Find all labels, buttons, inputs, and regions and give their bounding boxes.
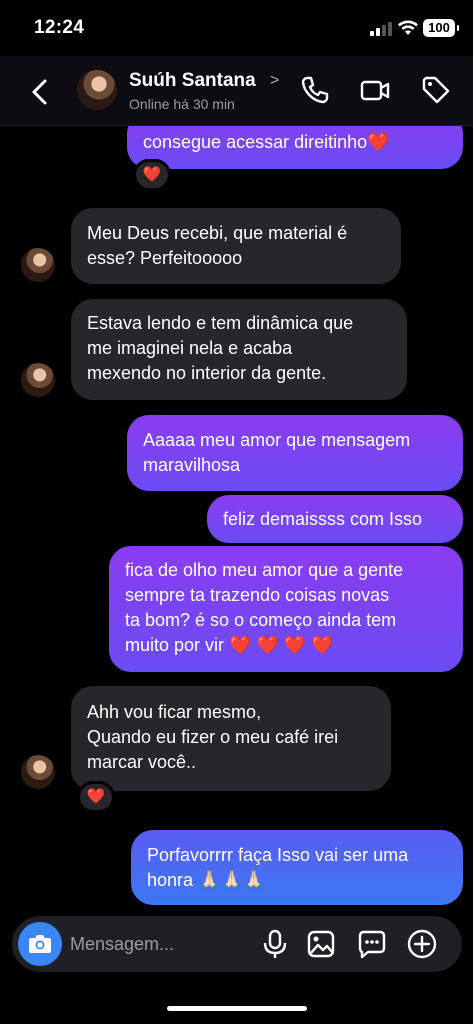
video-camera-icon[interactable] — [359, 74, 391, 106]
message-line: ta bom? é so o começo ainda tem — [125, 610, 397, 630]
status-time: 12:24 — [34, 17, 85, 38]
message-composer — [12, 916, 462, 972]
message-bubble-outgoing[interactable]: Aaaaa meu amor que mensagem maravilhosa — [127, 415, 463, 491]
message-line: Aaaaa meu amor que mensagem — [143, 430, 411, 450]
wifi-icon — [398, 20, 418, 35]
message-bubble-incoming[interactable]: Meu Deus recebi, que material é esse? Pe… — [71, 208, 401, 284]
contact-name[interactable]: Suúh Santana — [129, 70, 256, 92]
message-bubble-outgoing[interactable]: Porfavorrrr faça Isso vai ser uma honra … — [131, 830, 463, 905]
back-arrow-icon[interactable] — [26, 76, 54, 108]
message-line: me imaginei nela e acaba — [87, 338, 293, 358]
status-bar: 12:24 100 — [0, 0, 473, 56]
message-input[interactable] — [70, 930, 250, 958]
battery-icon: 100 — [423, 19, 459, 37]
message-line: Ahh vou ficar mesmo, — [87, 702, 262, 722]
message-line: esse? Perfeitooooo — [87, 248, 243, 268]
message-line: sempre ta trazendo coisas novas — [125, 585, 390, 605]
message-line: marcar você.. — [87, 752, 197, 772]
gallery-icon[interactable] — [305, 928, 337, 960]
message-line: mexendo no interior da gente. — [87, 363, 327, 383]
message-line: honra 🙏🏻🙏🏻🙏🏻 — [147, 868, 447, 893]
message-bubble-incoming[interactable]: Estava lendo e tem dinâmica que me imagi… — [71, 299, 407, 400]
camera-icon — [29, 935, 51, 953]
heart-emoji: ❤️ — [367, 132, 390, 152]
microphone-icon[interactable] — [259, 928, 291, 960]
message-line-text: honra — [147, 870, 194, 890]
home-indicator[interactable] — [167, 1006, 307, 1011]
contact-avatar-small[interactable] — [21, 755, 55, 789]
message-thread[interactable]: consegue acessar direitinho❤️ ❤️ Meu Deu… — [0, 126, 473, 916]
contact-avatar-small[interactable] — [21, 363, 55, 397]
message-line: fica de olho meu amor que a gente — [125, 560, 404, 580]
praying-hands-emojis: 🙏🏻🙏🏻🙏🏻 — [198, 870, 266, 890]
contact-online-status: Online há 30 min — [129, 96, 235, 112]
message-bubble-outgoing[interactable]: feliz demaissss com Isso — [207, 495, 463, 543]
message-bubble-outgoing[interactable]: consegue acessar direitinho❤️ — [127, 126, 463, 169]
message-line: Porfavorrrr faça Isso vai ser uma — [147, 845, 409, 865]
heart-emojis: ❤️ ❤️ ❤️ ❤️ — [229, 635, 334, 655]
message-line: Quando eu fizer o meu café irei — [87, 727, 339, 747]
message-line: maravilhosa — [143, 455, 241, 475]
message-line: Meu Deus recebi, que material é — [87, 223, 348, 243]
camera-button[interactable] — [18, 922, 62, 966]
heart-reaction[interactable]: ❤️ — [77, 781, 115, 813]
message-bubble-incoming[interactable]: Ahh vou ficar mesmo, Quando eu fizer o m… — [71, 686, 391, 791]
tag-icon[interactable] — [420, 74, 452, 106]
plus-icon[interactable] — [406, 928, 438, 960]
message-bubble-outgoing[interactable]: fica de olho meu amor que a gente sempre… — [109, 546, 463, 672]
message-line: muito por vir ❤️ ❤️ ❤️ ❤️ — [125, 633, 447, 658]
cellular-signal-icon — [370, 22, 392, 36]
chevron-right-icon[interactable]: > — [270, 72, 279, 90]
contact-avatar-small[interactable] — [21, 248, 55, 282]
chat-header: Suúh Santana > Online há 30 min — [0, 56, 473, 126]
phone-icon[interactable] — [299, 74, 331, 106]
message-line: feliz demaissss com Isso — [223, 509, 423, 529]
heart-reaction[interactable]: ❤️ — [133, 159, 171, 191]
message-line: Estava lendo e tem dinâmica que — [87, 313, 354, 333]
message-text: consegue acessar direitinho — [143, 132, 368, 152]
sticker-icon[interactable] — [356, 928, 388, 960]
contact-avatar[interactable] — [77, 70, 117, 110]
message-line-text: muito por vir — [125, 635, 225, 655]
